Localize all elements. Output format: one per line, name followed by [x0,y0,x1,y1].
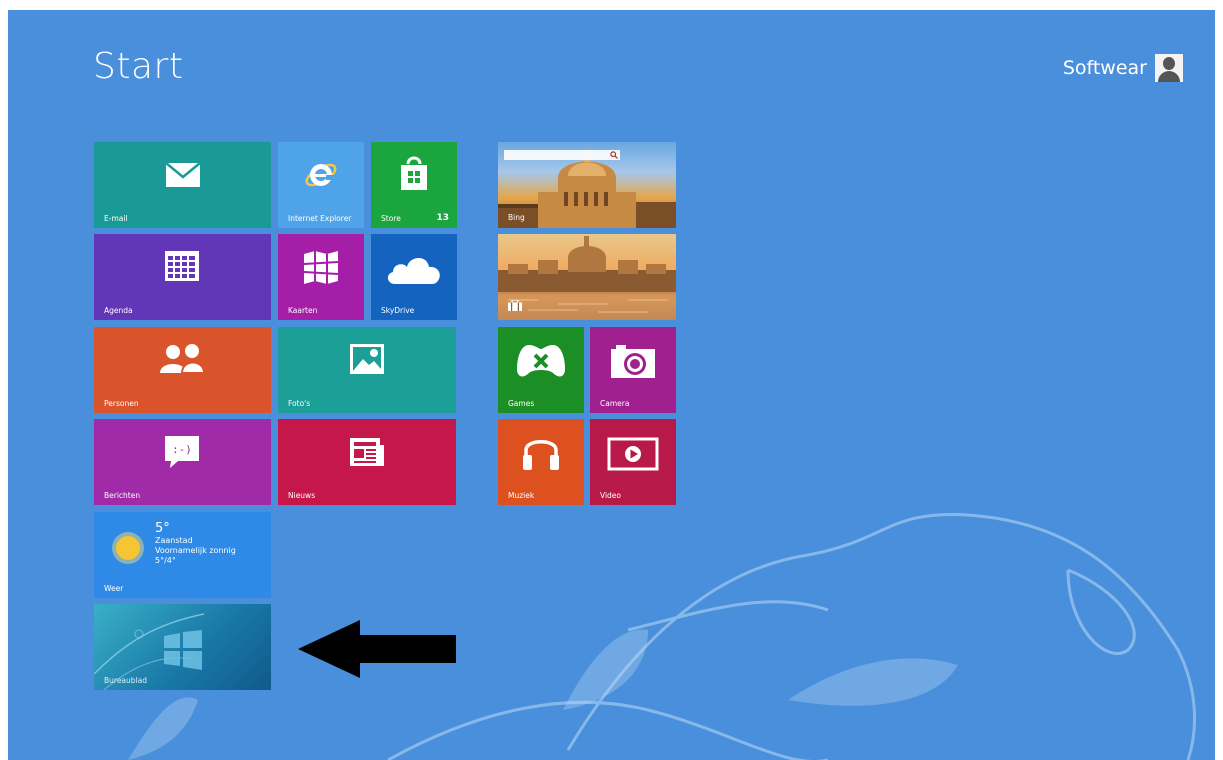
tile-label: Berichten [104,491,141,500]
tile-nieuws[interactable]: Nieuws [278,419,456,505]
tile-camera[interactable]: Camera [590,327,676,413]
user-name: Softwear [1062,57,1147,79]
tile-label: Bureaublad [104,676,147,685]
weather-temperature: 5° [155,521,170,536]
store-bag-icon [401,156,427,190]
bing-search-box[interactable] [504,150,620,160]
map-icon [303,251,339,284]
gamepad-icon [517,345,565,377]
tile-label: Kaarten [288,306,318,315]
newspaper-icon [350,438,384,466]
tile-kaarten[interactable]: Kaarten [278,234,364,320]
user-account[interactable]: Softwear [1063,52,1183,84]
pointer-arrow [298,620,456,678]
cloud-icon [387,257,440,284]
weather-info: 5° Zaanstad Voornamelijk zonnig 5°/4° [155,522,236,566]
tile-reizen[interactable] [498,234,676,320]
tile-agenda[interactable]: Agenda [94,234,271,320]
weather-city: Zaanstad [155,536,193,545]
message-icon: :-) [165,436,199,468]
tile-internet-explorer[interactable]: Internet Explorer [278,142,364,228]
tile-label: Personen [104,399,139,408]
tile-label: Weer [104,584,124,593]
tile-games[interactable]: Games [498,327,584,413]
user-avatar-icon [1155,54,1183,82]
tile-muziek[interactable]: Muziek [498,419,584,505]
tile-label: SkyDrive [381,306,415,315]
tile-bureaublad[interactable]: Bureaublad [94,604,271,690]
search-icon [610,151,618,159]
photo-icon [350,344,384,374]
tile-label: Foto's [288,399,311,408]
tile-fotos[interactable]: Foto's [278,327,456,413]
people-icon [160,344,206,373]
tile-bing[interactable]: Bing [498,142,676,228]
start-screen: Start Softwear E-mail Internet Explorer [8,10,1215,760]
weather-condition: Voornamelijk zonnig [155,546,236,555]
tile-personen[interactable]: Personen [94,327,271,413]
tile-label: Store [381,214,401,223]
tile-weer[interactable]: 5° Zaanstad Voornamelijk zonnig 5°/4° We… [94,512,271,598]
calendar-icon [165,251,199,281]
tile-label: Video [600,491,622,500]
camera-icon [611,345,655,378]
tile-label: Agenda [104,306,133,315]
tile-video[interactable]: Video [590,419,676,505]
tile-label: Bing [508,213,525,222]
tile-label: Camera [600,399,630,408]
tile-berichten[interactable]: :-) Berichten [94,419,271,505]
weather-range: 5°/4° [155,556,176,565]
tile-label: Internet Explorer [288,214,352,223]
reizen-photo-parliament [498,236,676,320]
notification-badge: 13 [436,213,449,223]
internet-explorer-icon [305,163,337,187]
tile-label: Games [508,399,535,408]
tile-label: Muziek [508,491,535,500]
tile-label: Nieuws [288,491,316,500]
sun-icon [112,532,144,564]
tile-email[interactable]: E-mail [94,142,271,228]
suitcase-icon [508,300,522,311]
tile-label: E-mail [104,214,128,223]
mail-icon [165,162,201,187]
play-icon [607,437,659,471]
svg-text::-): :-) [172,443,192,456]
tile-skydrive[interactable]: SkyDrive [371,234,457,320]
windows-logo-icon [164,630,202,670]
tile-store[interactable]: Store 13 [371,142,457,228]
headphones-icon [523,440,559,470]
page-title: Start [93,46,184,87]
